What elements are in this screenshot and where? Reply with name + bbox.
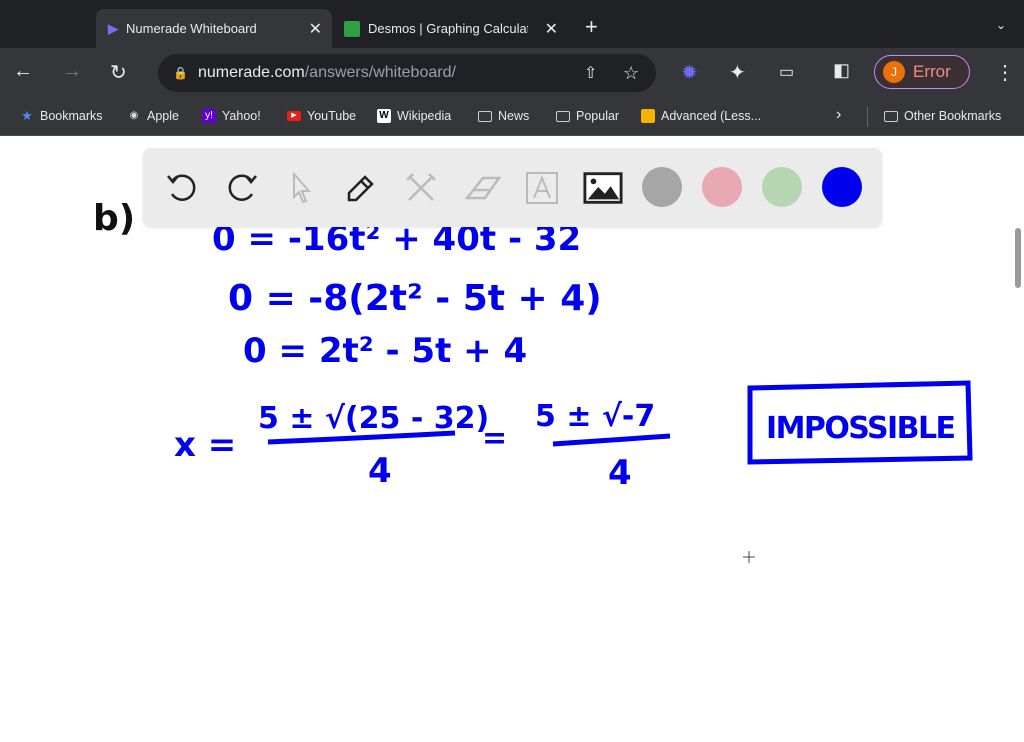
bookmark-label: YouTube <box>307 109 357 123</box>
bookmark-advanced[interactable]: Advanced (Less... <box>641 109 761 123</box>
bookmark-label: Wikipedia <box>397 109 452 123</box>
redo-icon <box>228 174 257 201</box>
more-bookmarks-chevron-icon[interactable]: › <box>836 106 841 124</box>
denominator-2: 4 <box>608 453 632 493</box>
folder-icon <box>884 110 898 122</box>
eraser-icon <box>464 176 502 200</box>
part-label: b) <box>93 198 135 239</box>
whiteboard-toolbar <box>143 148 882 227</box>
image-tool[interactable] <box>583 168 623 208</box>
equation-line-3: 0 = 2t² - 5t + 4 <box>243 331 527 371</box>
numerade-logo-icon: ▶ <box>108 20 118 36</box>
menu-icon[interactable]: ⋮ <box>995 60 1015 85</box>
text-icon <box>526 172 558 204</box>
youtube-icon: ▶ <box>287 111 301 121</box>
tab-title: Desmos | Graphing Calculato <box>368 21 528 36</box>
bookmark-label: Popular <box>576 109 620 123</box>
color-pink-swatch[interactable] <box>702 167 742 207</box>
crosshair-cursor-icon <box>743 551 755 563</box>
yahoo-icon: y! <box>202 109 216 123</box>
equation-line-2: 0 = -8(2t² - 5t + 4) <box>228 278 602 319</box>
folder-icon <box>556 110 570 122</box>
numerator-2: 5 ± √-7 <box>535 399 655 434</box>
url-host: numerade.com <box>198 64 305 81</box>
apple-icon: ◉ <box>129 110 139 121</box>
cast-icon[interactable]: ▭ <box>779 62 794 82</box>
color-blue-swatch[interactable] <box>822 167 862 207</box>
fraction-bar-2 <box>552 433 671 447</box>
wikipedia-icon: W <box>377 109 391 123</box>
denominator-1: 4 <box>368 451 392 491</box>
pointer-icon <box>293 171 312 204</box>
back-icon[interactable]: ← <box>13 60 33 83</box>
bookmark-label: Yahoo! <box>222 109 261 123</box>
tab-search-chevron-icon[interactable]: ⌄ <box>996 18 1006 32</box>
bookmarks-bar: ★ Bookmarks ◉ Apple y! Yahoo! ▶ YouTube W Wik… <box>0 98 1024 136</box>
desmos-logo-icon <box>344 20 360 37</box>
bookmark-youtube[interactable]: ▶ YouTube <box>287 109 356 123</box>
undo-button[interactable] <box>162 168 202 208</box>
extension-gear-icon[interactable]: ✹ <box>681 60 698 85</box>
bookmark-apple[interactable]: ◉ Apple <box>127 109 179 123</box>
url-path: /answers/whiteboard/ <box>304 64 456 81</box>
tools-icon <box>406 173 436 201</box>
other-bookmarks[interactable]: Other Bookmarks <box>884 109 1001 123</box>
profile-status: Error <box>913 62 951 81</box>
bookmark-yahoo[interactable]: y! Yahoo! <box>202 109 261 123</box>
slides-icon <box>641 109 655 123</box>
bookmark-label: Apple <box>147 109 179 123</box>
tab-desmos[interactable]: Desmos | Graphing Calculato ✕ <box>332 9 568 48</box>
redo-button[interactable] <box>222 168 262 208</box>
pen-tool[interactable] <box>341 168 381 208</box>
close-tab-icon[interactable]: ✕ <box>309 19 322 39</box>
vertical-scrollbar[interactable] <box>1015 228 1021 288</box>
pen-icon <box>347 175 374 202</box>
bookmark-star-icon[interactable]: ☆ <box>623 63 639 84</box>
reload-icon[interactable]: ↻ <box>110 60 127 85</box>
text-tool[interactable] <box>522 168 562 208</box>
undo-icon <box>167 174 196 201</box>
side-panel-icon[interactable]: ◧ <box>833 60 850 81</box>
bookmark-label: Other Bookmarks <box>904 109 1002 123</box>
bookmark-popular[interactable]: Popular <box>556 109 619 123</box>
star-icon: ★ <box>21 108 33 123</box>
tab-bar: ▶ Numerade Whiteboard ✕ Desmos | Graphin… <box>0 0 1024 48</box>
pointer-tool[interactable] <box>281 168 321 208</box>
browser-toolbar: ← → ↻ 🔒 numerade.com/answers/whiteboard/… <box>0 48 1024 98</box>
close-tab-icon[interactable]: ✕ <box>545 19 558 39</box>
x-equals: x = <box>174 425 236 465</box>
bookmark-wikipedia[interactable]: W Wikipedia <box>377 109 451 123</box>
eraser-tool[interactable] <box>463 168 503 208</box>
bookmark-label: News <box>498 109 530 123</box>
color-gray-swatch[interactable] <box>642 167 682 207</box>
bookmark-news[interactable]: News <box>478 109 529 123</box>
equals-2: = <box>482 421 507 456</box>
share-icon[interactable]: ⇧ <box>584 63 597 83</box>
bookmark-label: Advanced (Less... <box>661 109 762 123</box>
handwriting-layer: b) 0 = -16t² + 40t - 32 0 = -8(2t² - 5t … <box>93 198 973 563</box>
tab-numerade[interactable]: ▶ Numerade Whiteboard ✕ <box>96 9 332 48</box>
bookmark-bookmarks[interactable]: ★ Bookmarks <box>20 108 103 124</box>
color-green-swatch[interactable] <box>762 167 802 207</box>
extensions-puzzle-icon[interactable]: ✦ <box>729 60 746 85</box>
lock-icon: 🔒 <box>173 66 188 80</box>
image-icon <box>583 172 623 204</box>
new-tab-button[interactable]: + <box>585 14 598 40</box>
folder-icon <box>478 110 492 122</box>
tab-title: Numerade Whiteboard <box>126 21 257 36</box>
divider <box>867 107 868 127</box>
answer-text: IMPOSSIBLE <box>766 411 956 446</box>
address-bar[interactable]: 🔒 numerade.com/answers/whiteboard/ ⇧ ☆ <box>158 54 656 92</box>
bookmark-label: Bookmarks <box>40 109 103 123</box>
forward-icon[interactable]: → <box>62 60 82 83</box>
avatar: J <box>883 61 905 83</box>
shapes-tool[interactable] <box>401 168 441 208</box>
profile-button[interactable]: J Error <box>874 55 970 89</box>
